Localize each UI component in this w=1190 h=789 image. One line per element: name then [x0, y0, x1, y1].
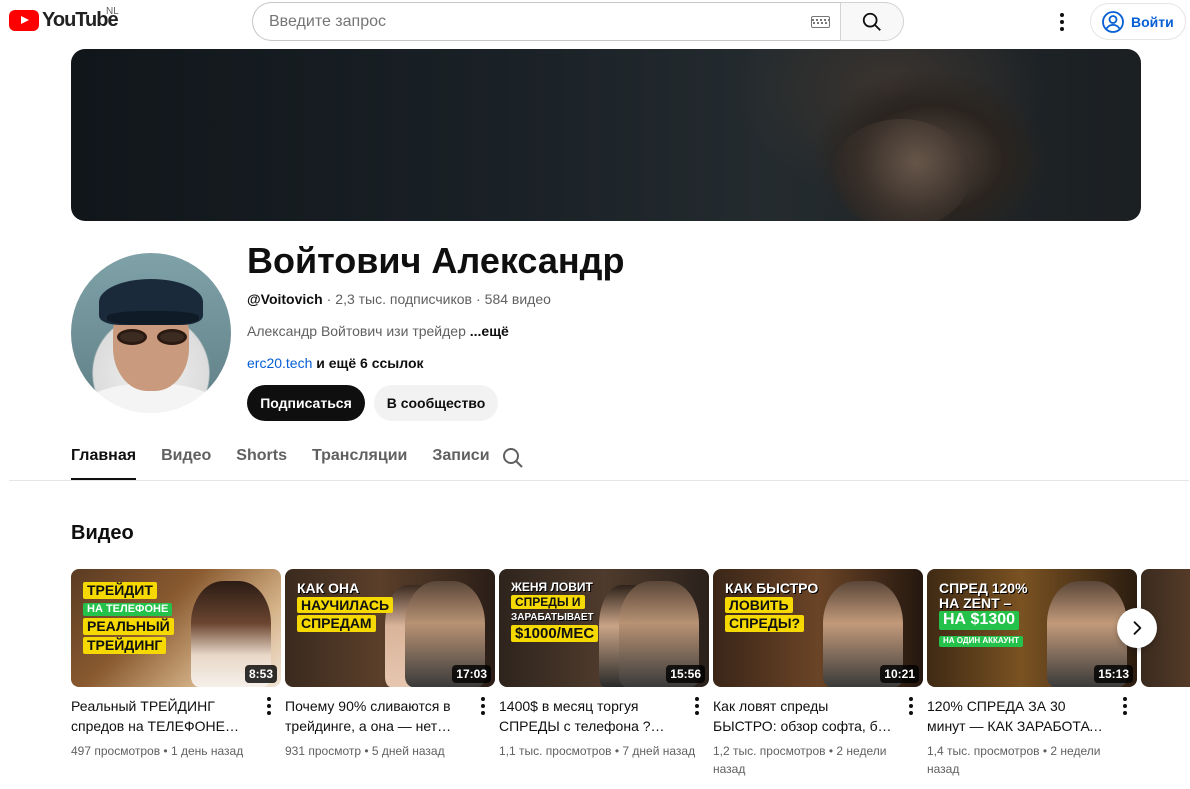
tab-shorts[interactable]: Shorts: [236, 440, 287, 480]
youtube-play-icon: [9, 10, 39, 31]
video-duration: 17:03: [452, 665, 491, 683]
video-card[interactable]: СПРЕД 120% НА ZENT – НА $1300 НА ОДИН АК…: [927, 569, 1137, 778]
search-icon: [862, 12, 881, 31]
shelf-next-button[interactable]: [1117, 608, 1157, 648]
video-duration: 8:53: [244, 665, 277, 683]
more-links[interactable]: и ещё 6 ссылок: [316, 355, 423, 371]
chevron-right-icon: [1133, 621, 1142, 635]
signin-label: Войти: [1131, 13, 1174, 30]
video-meta: 931 просмотр • 5 дней назад: [285, 744, 445, 758]
channel-search-button[interactable]: [501, 446, 525, 475]
tab-home[interactable]: Главная: [71, 440, 137, 480]
video-menu-icon[interactable]: [1123, 697, 1127, 715]
youtube-logo[interactable]: YouTube: [9, 9, 119, 32]
search-box: [252, 2, 840, 41]
video-menu-icon[interactable]: [909, 697, 913, 715]
tab-live[interactable]: Трансляции: [312, 440, 407, 480]
thumbnail-text: ЖЕНЯ ЛОВИТ СПРЕДЫ И ЗАРАБАТЫВАЕТ $1000/М…: [511, 581, 599, 643]
video-menu-icon[interactable]: [267, 697, 271, 715]
video-meta: 497 просмотров • 1 день назад: [71, 744, 244, 758]
meta-separator: ·: [476, 291, 481, 307]
channel-name: Войтович Александр: [247, 240, 625, 281]
video-thumbnail[interactable]: СПРЕД 120% НА ZENT – НА $1300 НА ОДИН АК…: [927, 569, 1137, 687]
community-button[interactable]: В сообщество: [374, 385, 498, 421]
video-title[interactable]: 1400$ в месяц торгуя СПРЕДЫ с телефона ?…: [499, 696, 679, 736]
video-duration: 10:21: [880, 665, 919, 683]
video-duration: 15:13: [1094, 665, 1133, 683]
video-title[interactable]: 120% СПРЕДА ЗА 30 минут — КАК ЗАРАБОТАТЬ…: [927, 696, 1107, 736]
channel-handle: @Voitovich: [247, 291, 323, 307]
video-duration: 15:56: [666, 665, 705, 683]
thumbnail-text: КАК БЫСТРО ЛОВИТЬ СПРЕДЫ?: [725, 580, 819, 633]
account-icon: [1102, 10, 1124, 33]
video-card[interactable]: ТРЕЙДИТ НА ТЕЛЕФОНЕ РЕАЛЬНЫЙ ТРЕЙДИНГ 8:…: [71, 569, 281, 760]
tab-posts[interactable]: Записи: [432, 440, 489, 480]
search-bar: [252, 2, 904, 41]
meta-separator: ·: [326, 291, 332, 307]
search-button[interactable]: [840, 2, 904, 41]
video-shelf: ТРЕЙДИТ НА ТЕЛЕФОНЕ РЕАЛЬНЫЙ ТРЕЙДИНГ 8:…: [71, 569, 1190, 789]
tabs-divider: [9, 480, 1189, 481]
video-thumbnail[interactable]: ЖЕНЯ ЛОВИТ СПРЕДЫ И ЗАРАБАТЫВАЕТ $1000/М…: [499, 569, 709, 687]
video-meta: 1,2 тыс. просмотров • 2 недели назад: [713, 744, 887, 776]
channel-avatar: [71, 253, 231, 413]
top-bar: YouTube NL Войти: [0, 0, 1190, 44]
video-meta: 1,4 тыс. просмотров • 2 недели назад: [927, 744, 1101, 776]
description-more[interactable]: ...ещё: [470, 323, 509, 339]
video-thumbnail[interactable]: ТРЕЙДИТ НА ТЕЛЕФОНЕ РЕАЛЬНЫЙ ТРЕЙДИНГ 8:…: [71, 569, 281, 687]
channel-banner: [71, 49, 1141, 221]
channel-meta: @Voitovich · 2,3 тыс. подписчиков · 584 …: [247, 291, 551, 307]
channel-links: erc20.tech и ещё 6 ссылок: [247, 355, 424, 371]
subscriber-count: 2,3 тыс. подписчиков: [335, 291, 472, 307]
video-meta: 1,1 тыс. просмотров • 7 дней назад: [499, 744, 696, 758]
search-icon: [503, 448, 523, 468]
thumbnail-text: ТРЕЙДИТ НА ТЕЛЕФОНЕ РЕАЛЬНЫЙ ТРЕЙДИНГ: [83, 581, 174, 655]
region-code: NL: [106, 6, 119, 17]
video-count: 584 видео: [484, 291, 551, 307]
video-card[interactable]: КАК БЫСТРО ЛОВИТЬ СПРЕДЫ? 10:21 Как ловя…: [713, 569, 923, 778]
video-title[interactable]: Как ловят спреды БЫСТРО: обзор софта, бе…: [713, 696, 893, 736]
video-card[interactable]: ЖЕНЯ ЛОВИТ СПРЕДЫ И ЗАРАБАТЫВАЕТ $1000/М…: [499, 569, 709, 760]
signin-button[interactable]: Войти: [1090, 3, 1186, 40]
description-text: Александр Войтович изи трейдер: [247, 323, 466, 339]
channel-description[interactable]: Александр Войтович изи трейдер ...ещё: [247, 323, 509, 339]
keyboard-icon[interactable]: [811, 16, 830, 28]
thumbnail-text: КАК ОНА НАУЧИЛАСЬ СПРЕДАМ: [297, 581, 394, 633]
video-menu-icon[interactable]: [695, 697, 699, 715]
channel-tabs: Главная Видео Shorts Трансляции Записи: [71, 440, 523, 480]
search-input[interactable]: [269, 12, 789, 31]
video-thumbnail[interactable]: КАК ОНА НАУЧИЛАСЬ СПРЕДАМ 17:03: [285, 569, 495, 687]
tab-videos[interactable]: Видео: [161, 440, 211, 480]
subscribe-button[interactable]: Подписаться: [247, 385, 365, 421]
video-title[interactable]: Реальный ТРЕЙДИНГ спредов на ТЕЛЕФОНЕ от…: [71, 696, 251, 736]
video-menu-icon[interactable]: [481, 697, 485, 715]
channel-link[interactable]: erc20.tech: [247, 355, 312, 371]
video-title[interactable]: Почему 90% сливаются в трейдинге, а она …: [285, 696, 465, 736]
video-thumbnail[interactable]: КАК БЫСТРО ЛОВИТЬ СПРЕДЫ? 10:21: [713, 569, 923, 687]
video-card[interactable]: КАК ОНА НАУЧИЛАСЬ СПРЕДАМ 17:03 Почему 9…: [285, 569, 495, 760]
settings-menu-icon[interactable]: [1052, 10, 1072, 34]
section-title[interactable]: Видео: [71, 522, 134, 545]
thumbnail-text: СПРЕД 120% НА ZENT – НА $1300 НА ОДИН АК…: [939, 580, 1028, 647]
